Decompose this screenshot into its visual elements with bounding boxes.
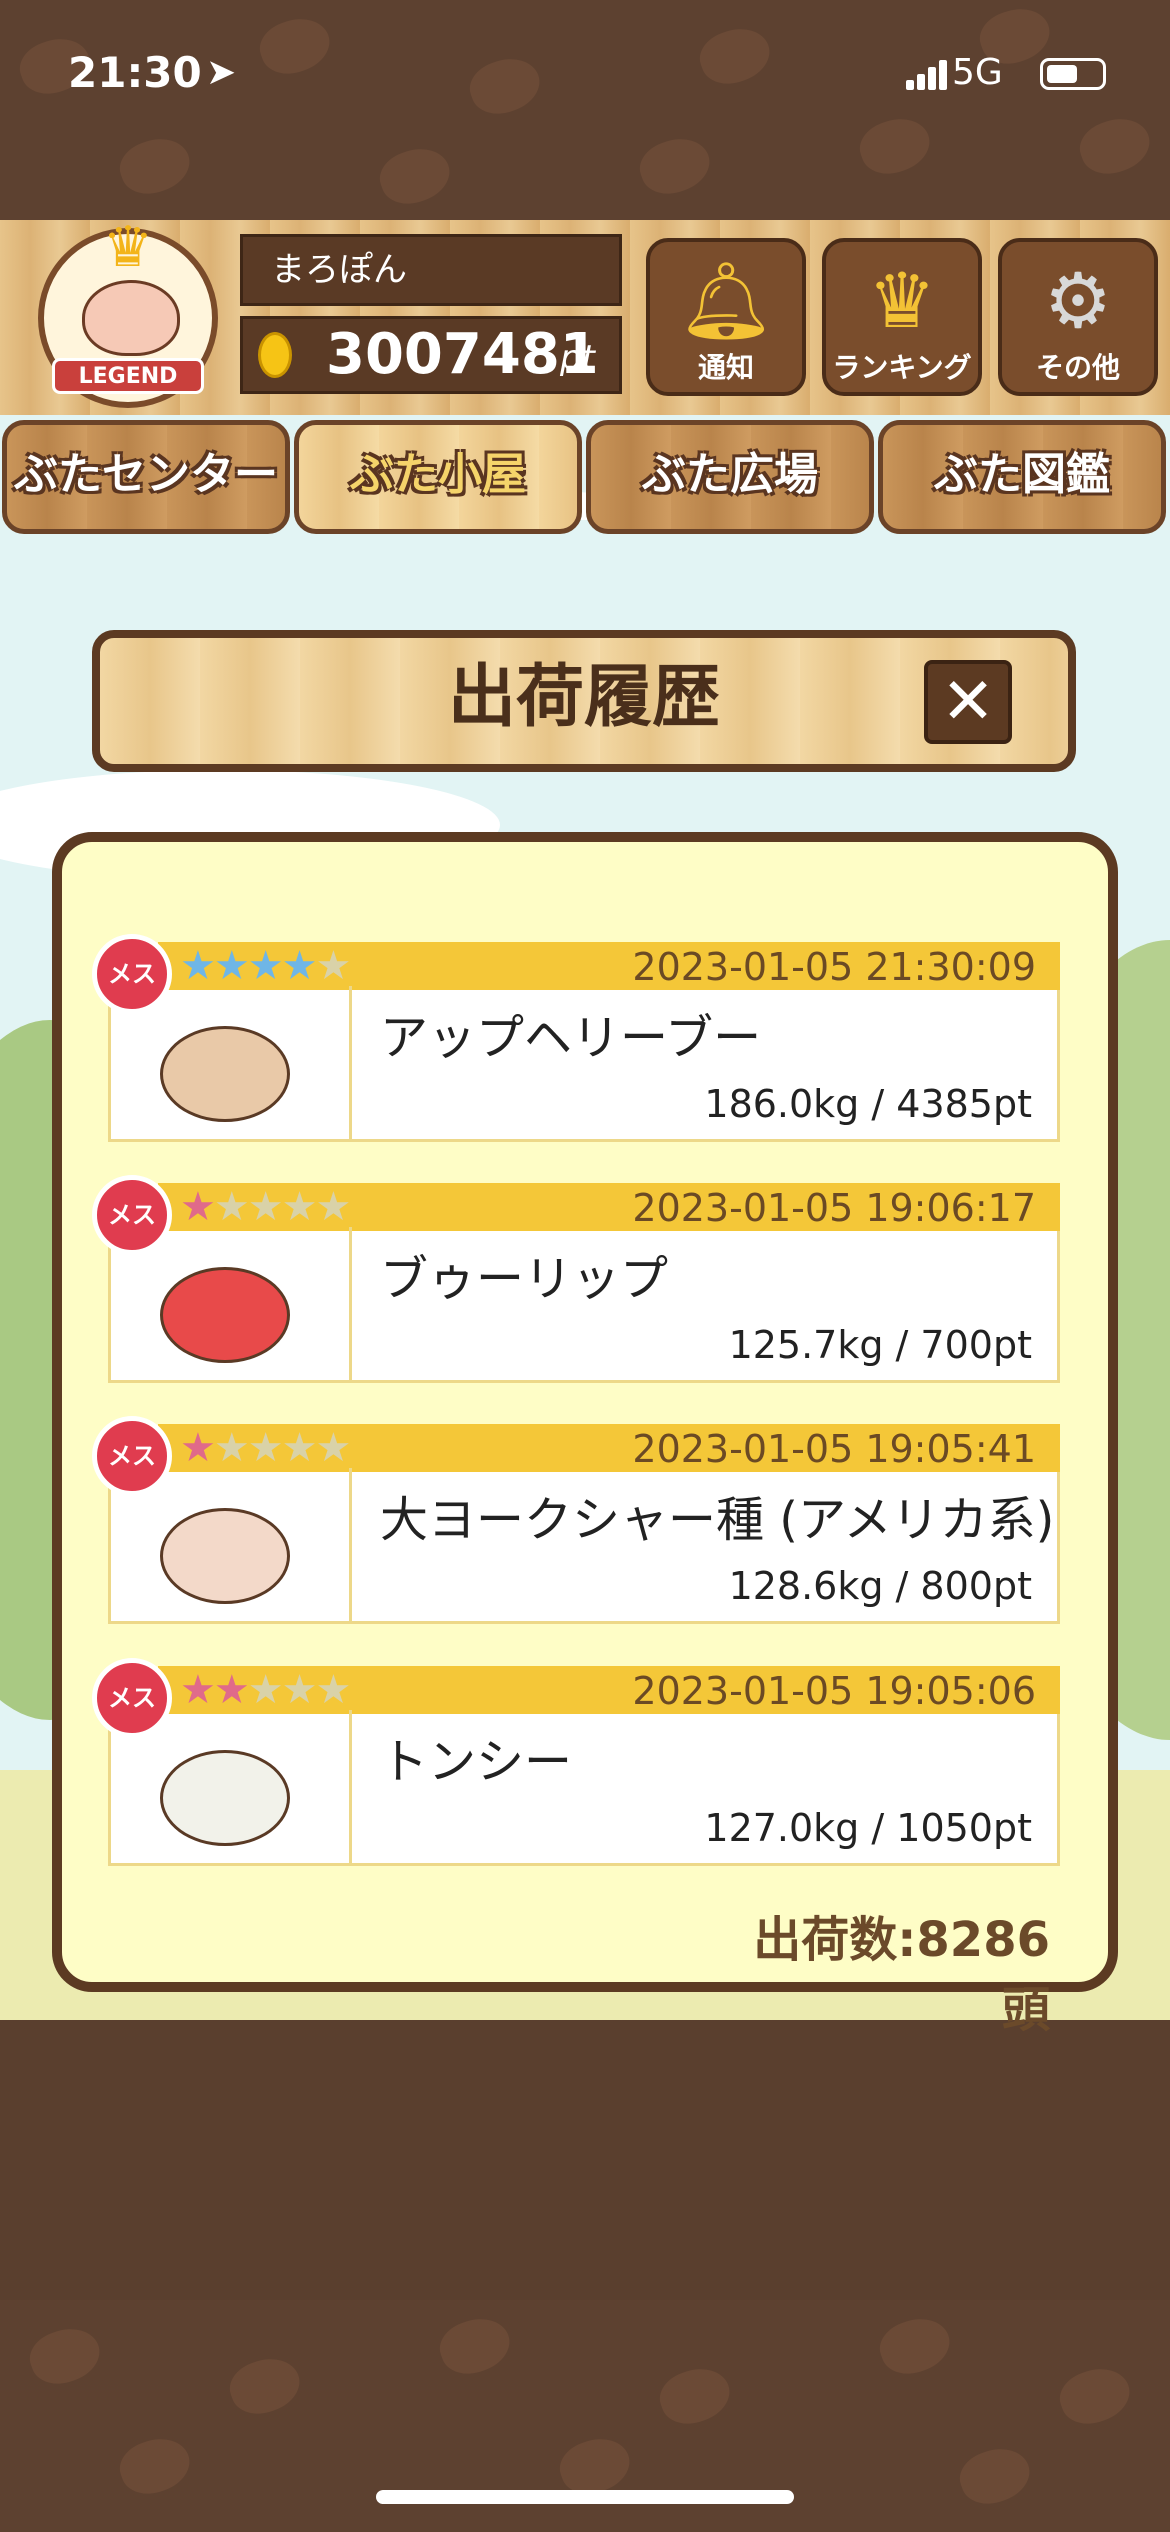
pig-name: 大ヨークシャー種 (アメリカ系) — [380, 1492, 1055, 1548]
shipment-entry[interactable]: メス ★★★★★ 2023-01-05 19:06:17 ブゥーリップ 125.… — [92, 1175, 1060, 1383]
weight-points: 128.6kg / 800pt — [728, 1564, 1032, 1608]
coin-icon — [258, 332, 292, 378]
rank-badge: LEGEND — [52, 358, 204, 394]
female-badge: メス — [92, 1175, 172, 1255]
crown-icon: ♛ — [867, 256, 937, 345]
tab-buta-center[interactable]: ぶたセンター — [2, 420, 290, 534]
location-arrow-icon: ➤ — [206, 52, 237, 93]
star-filled-icon: ★ — [180, 1425, 216, 1471]
female-badge: メス — [92, 934, 172, 1014]
rarity-stars: ★★★★★ — [180, 1184, 351, 1230]
battery-icon — [1040, 58, 1106, 90]
star-empty-icon: ★ — [213, 1425, 250, 1471]
star-empty-icon: ★ — [315, 1425, 351, 1471]
header-pattern-background — [0, 0, 1170, 220]
shipment-date: 2023-01-05 19:06:17 — [632, 1186, 1036, 1230]
settings-button[interactable]: ⚙ その他 — [998, 238, 1158, 396]
weight-points: 186.0kg / 4385pt — [704, 1082, 1032, 1126]
pig-name: アップヘリーブー — [380, 1010, 762, 1066]
shipment-count: 出荷数:8286頭 — [753, 1912, 1050, 2038]
star-empty-icon: ★ — [281, 1667, 318, 1713]
tab-buta-koya[interactable]: ぶた小屋 — [294, 420, 582, 534]
status-time: 21:30 — [68, 48, 202, 97]
star-filled-icon: ★ — [213, 943, 250, 989]
star-empty-icon: ★ — [315, 943, 351, 989]
female-badge: メス — [92, 1416, 172, 1496]
signal-icon — [906, 60, 947, 90]
shipment-entry[interactable]: メス ★★★★★ 2023-01-05 19:05:41 大ヨークシャー種 (ア… — [92, 1416, 1060, 1624]
star-empty-icon: ★ — [247, 1425, 284, 1471]
star-empty-icon: ★ — [315, 1184, 351, 1230]
star-filled-icon: ★ — [213, 1667, 250, 1713]
star-filled-icon: ★ — [281, 943, 318, 989]
username: まろぽん — [240, 234, 622, 306]
shipment-date: 2023-01-05 19:05:06 — [632, 1669, 1036, 1713]
gear-icon: ⚙ — [1043, 256, 1113, 345]
bell-icon: 🔔︎ — [677, 256, 775, 345]
home-indicator[interactable] — [376, 2490, 794, 2504]
rarity-stars: ★★★★★ — [180, 1425, 351, 1471]
points-value: 3007481 — [326, 322, 599, 387]
close-button[interactable]: ✕ — [924, 660, 1012, 744]
rarity-stars: ★★★★★ — [180, 1667, 351, 1713]
star-empty-icon: ★ — [315, 1667, 351, 1713]
pig-face-icon — [82, 280, 180, 356]
weight-points: 125.7kg / 700pt — [728, 1323, 1032, 1367]
star-empty-icon: ★ — [247, 1184, 284, 1230]
star-filled-icon: ★ — [180, 1667, 216, 1713]
network-type: 5G — [952, 52, 1003, 93]
tab-buta-hiroba[interactable]: ぶた広場 — [586, 420, 874, 534]
notification-button[interactable]: 🔔︎ 通知 — [646, 238, 806, 396]
shipment-entry[interactable]: メス ★★★★★ 2023-01-05 19:05:06 トンシー 127.0k… — [92, 1658, 1060, 1866]
pig-name: ブゥーリップ — [380, 1251, 669, 1307]
pig-name: トンシー — [380, 1734, 573, 1790]
star-filled-icon: ★ — [180, 943, 216, 989]
crown-icon: ♛ — [102, 215, 154, 280]
shipment-entry[interactable]: メス ★★★★★ 2023-01-05 21:30:09 アップヘリーブー 18… — [92, 934, 1060, 1142]
weight-points: 127.0kg / 1050pt — [704, 1806, 1032, 1850]
shipment-date: 2023-01-05 19:05:41 — [632, 1427, 1036, 1471]
star-empty-icon: ★ — [281, 1184, 318, 1230]
star-filled-icon: ★ — [180, 1184, 216, 1230]
rarity-stars: ★★★★★ — [180, 943, 351, 989]
points-unit: pt — [560, 338, 595, 378]
star-filled-icon: ★ — [247, 943, 284, 989]
star-empty-icon: ★ — [213, 1184, 250, 1230]
star-empty-icon: ★ — [281, 1425, 318, 1471]
star-empty-icon: ★ — [247, 1667, 284, 1713]
female-badge: メス — [92, 1658, 172, 1738]
ranking-button[interactable]: ♛ ランキング — [822, 238, 982, 396]
tab-buta-zukan[interactable]: ぶた図鑑 — [878, 420, 1166, 534]
shipment-date: 2023-01-05 21:30:09 — [632, 945, 1036, 989]
